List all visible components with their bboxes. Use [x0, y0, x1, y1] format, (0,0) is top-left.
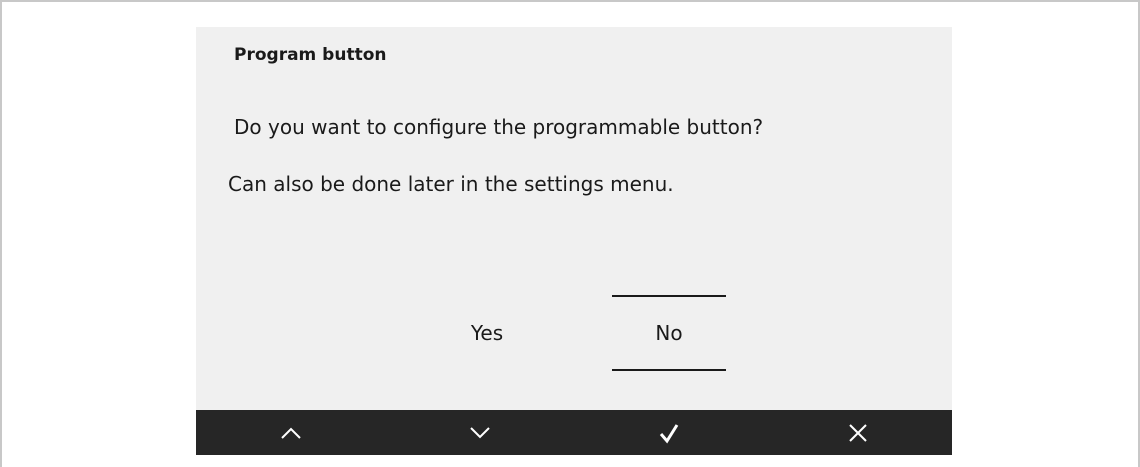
- close-icon: [848, 423, 867, 442]
- dialog-hint: Can also be done later in the settings m…: [228, 172, 674, 196]
- down-button[interactable]: [385, 410, 574, 455]
- nav-bar: [196, 410, 952, 455]
- no-button[interactable]: No: [612, 295, 726, 371]
- checkmark-icon: [659, 423, 678, 444]
- confirm-button[interactable]: [574, 410, 763, 455]
- chevron-up-icon: [280, 427, 301, 439]
- device-screen: Program button Do you want to configure …: [196, 27, 952, 455]
- dialog-question: Do you want to configure the programmabl…: [234, 115, 764, 139]
- up-button[interactable]: [196, 410, 385, 455]
- cancel-button[interactable]: [763, 410, 952, 455]
- yes-button[interactable]: Yes: [430, 295, 544, 371]
- chevron-down-icon: [469, 426, 490, 438]
- dialog-title: Program button: [234, 45, 387, 65]
